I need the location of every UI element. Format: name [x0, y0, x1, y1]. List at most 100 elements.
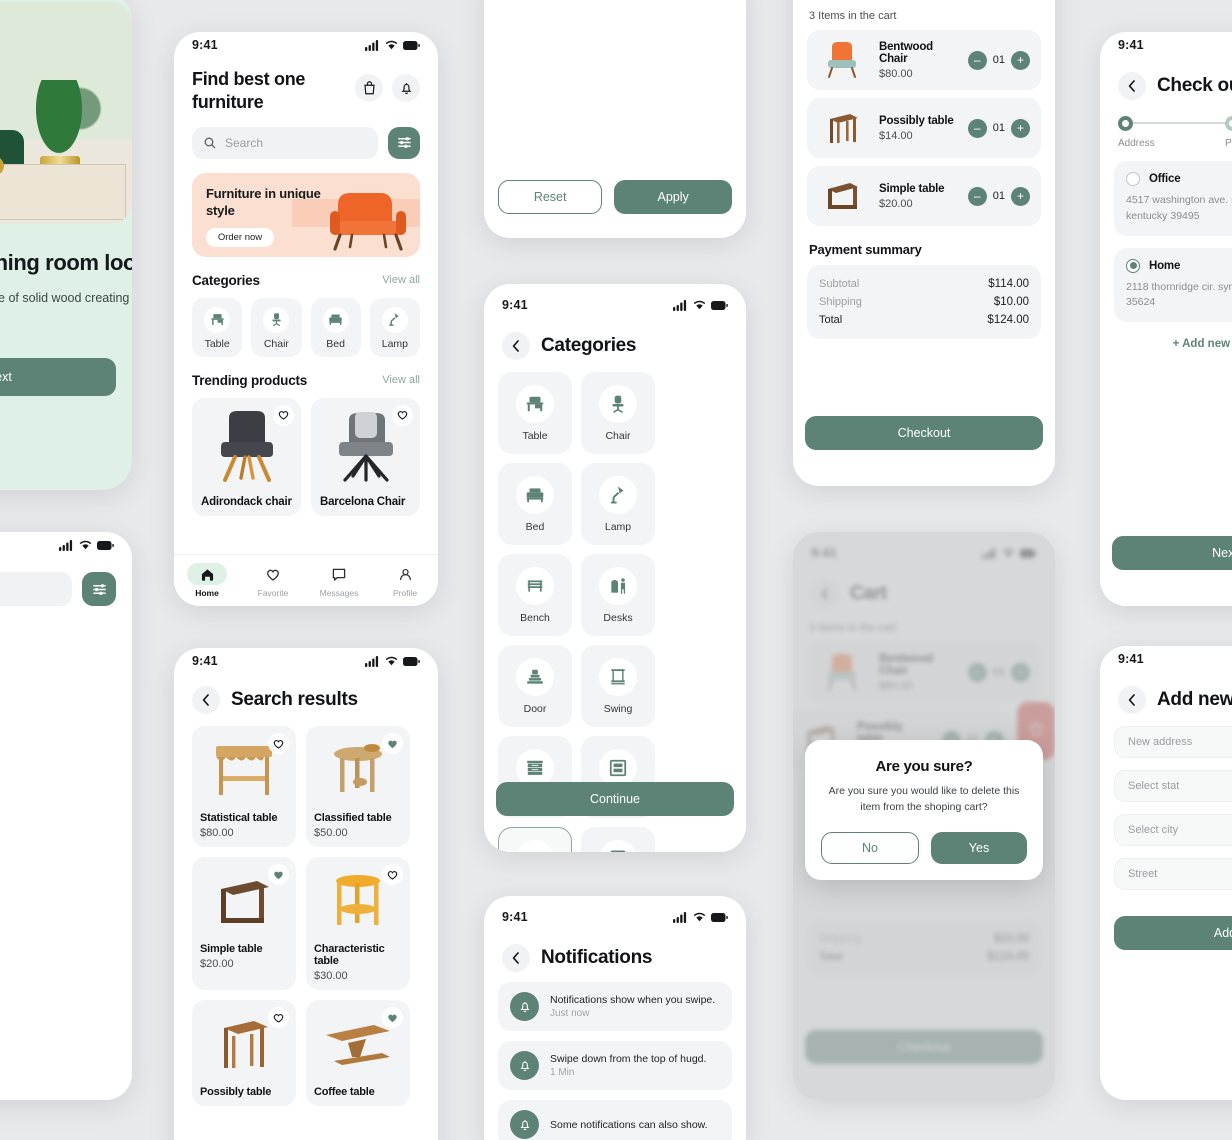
tab-profile[interactable]: Profile — [372, 563, 438, 598]
category-cell-bench[interactable]: Bench — [498, 554, 572, 636]
address-header: Home — [1126, 258, 1232, 273]
chevron-left-icon[interactable] — [502, 332, 530, 360]
category-chair[interactable]: Chair — [251, 297, 302, 357]
radio-button-selected[interactable] — [1126, 258, 1140, 273]
step-label: Payment — [1225, 138, 1232, 149]
heart-icon[interactable] — [382, 1007, 403, 1028]
chevron-left-icon[interactable] — [502, 944, 530, 972]
result-card[interactable]: Statistical table $80.00 — [192, 726, 296, 847]
view-all-link[interactable]: View all — [382, 374, 420, 386]
heart-icon[interactable] — [268, 864, 289, 885]
onboarding-next-button[interactable]: Next — [0, 357, 116, 396]
category-cell-table[interactable]: Table — [498, 372, 572, 454]
home-header: Find best one furniture — [174, 58, 438, 115]
decrement-button[interactable]: – — [967, 186, 987, 206]
decrement-button[interactable]: – — [967, 50, 987, 70]
increment-button[interactable]: + — [1011, 186, 1030, 206]
heart-icon[interactable] — [392, 404, 413, 426]
add-new-address-button[interactable]: + Add new address — [1100, 338, 1232, 350]
step-address[interactable]: Address — [1118, 116, 1225, 149]
category-table[interactable]: Table — [192, 297, 243, 357]
result-card[interactable]: Characteristic table $30.00 — [306, 857, 410, 990]
result-card[interactable]: Simple table $20.00 — [192, 857, 296, 990]
tab-favorite[interactable]: Favorite — [240, 563, 306, 598]
promo-banner[interactable]: Furniture in unique style Order now — [192, 172, 420, 257]
new-address-field[interactable]: New address — [1114, 726, 1232, 758]
product-card[interactable]: Barcelona Chair — [311, 397, 420, 516]
add-address-submit-button[interactable]: Add — [1114, 916, 1232, 950]
cabinets-icon — [516, 748, 554, 787]
search-input[interactable]: Search — [192, 126, 378, 159]
cart-item[interactable]: Simple table $20.00 – 01 + — [807, 166, 1041, 226]
category-cell-bed[interactable]: Bed — [498, 463, 572, 545]
category-cell-storage[interactable]: Storage — [581, 827, 655, 852]
chevron-left-icon[interactable] — [1118, 72, 1146, 100]
radio-button[interactable] — [1126, 172, 1140, 186]
categories-screen: 9:41 Categories Table Chair Bed Lamp Ben… — [484, 284, 746, 852]
heart-icon[interactable] — [382, 733, 403, 754]
cart-item[interactable]: Bentwood Chair $80.00 – 01 + — [807, 30, 1041, 90]
decrement-button[interactable]: – — [967, 118, 987, 138]
field-placeholder: Street — [1128, 868, 1158, 880]
increment-button[interactable]: + — [1011, 50, 1030, 70]
table-icon — [516, 384, 554, 423]
order-now-button[interactable]: Order now — [206, 227, 274, 247]
onboarding-dots[interactable] — [0, 328, 132, 336]
filter-icon[interactable] — [388, 126, 420, 159]
bed-icon — [516, 475, 554, 514]
next-button[interactable]: Next — [1112, 536, 1232, 570]
tab-label: Favorite — [257, 588, 289, 598]
heart-icon[interactable] — [273, 404, 294, 426]
result-card[interactable]: Coffee table — [306, 1000, 410, 1106]
product-card[interactable]: Adirondack chair — [192, 397, 301, 516]
no-button[interactable]: No — [821, 831, 919, 864]
search-input[interactable] — [0, 572, 72, 606]
view-all-link[interactable]: View all — [382, 274, 420, 286]
category-lamp[interactable]: Lamp — [369, 297, 420, 357]
address-card-office[interactable]: Office 4517 washington ave. manchester, … — [1114, 161, 1232, 236]
bench-icon — [516, 566, 554, 605]
onboarding-body: Dining chairs made of solid wood creatin… — [0, 290, 132, 305]
category-cell-chair[interactable]: Chair — [581, 372, 655, 454]
result-card[interactable]: Possibly table — [192, 1000, 296, 1106]
tab-messages[interactable]: Messages — [306, 563, 372, 598]
step-payment[interactable]: Payment — [1225, 116, 1232, 149]
cart-item[interactable]: Possibly table $14.00 – 01 + — [807, 98, 1041, 158]
street-field[interactable]: Street — [1114, 858, 1232, 890]
city-select[interactable]: Select city — [1114, 814, 1232, 846]
increment-button[interactable]: + — [1011, 118, 1030, 138]
onboarding-skip-button[interactable]: Skip — [0, 408, 132, 422]
cart-item-info: Possibly table $14.00 — [879, 115, 957, 142]
checkout-button[interactable]: Checkout — [805, 416, 1043, 450]
category-cell-living[interactable]: Living — [498, 827, 572, 852]
apply-button[interactable]: Apply — [614, 180, 732, 214]
category-cell-lamp[interactable]: Lamp — [581, 463, 655, 545]
address-card-home[interactable]: Home 2118 thornridge cir. syracuse, conn… — [1114, 247, 1232, 322]
tab-home[interactable]: Home — [174, 563, 240, 598]
category-label: Desks — [603, 611, 633, 624]
checkout-screen: 9:41 Check out Address Payment Office 45… — [1100, 32, 1232, 606]
category-cell-desks[interactable]: Desks — [581, 554, 655, 636]
category-bed[interactable]: Bed — [310, 297, 361, 357]
filter-icon[interactable] — [82, 572, 116, 606]
reset-button[interactable]: Reset — [498, 180, 603, 214]
status-time: 9:41 — [1118, 652, 1144, 666]
category-cell-swing[interactable]: Swing — [581, 645, 655, 727]
chevron-left-icon[interactable] — [1118, 686, 1146, 714]
heart-icon[interactable] — [268, 1007, 289, 1028]
bell-icon[interactable] — [392, 74, 420, 102]
heart-icon[interactable] — [268, 733, 289, 754]
address-label: Office — [1149, 173, 1181, 185]
state-select[interactable]: Select stat — [1114, 770, 1232, 802]
continue-button[interactable]: Continue — [496, 782, 734, 816]
notification-item[interactable]: Notifications show when you swipe. Just … — [498, 982, 732, 1031]
bag-icon[interactable] — [355, 74, 383, 102]
category-cell-door[interactable]: Door — [498, 645, 572, 727]
search-row: Search — [174, 115, 438, 159]
notification-item[interactable]: Some notifications can also show. — [498, 1100, 732, 1140]
result-card[interactable]: Classified table $50.00 — [306, 726, 410, 847]
chevron-left-icon[interactable] — [192, 686, 220, 714]
yes-button[interactable]: Yes — [931, 831, 1027, 864]
notification-item[interactable]: Swipe down from the top of hugd. 1 Min — [498, 1041, 732, 1090]
heart-icon[interactable] — [382, 864, 403, 885]
